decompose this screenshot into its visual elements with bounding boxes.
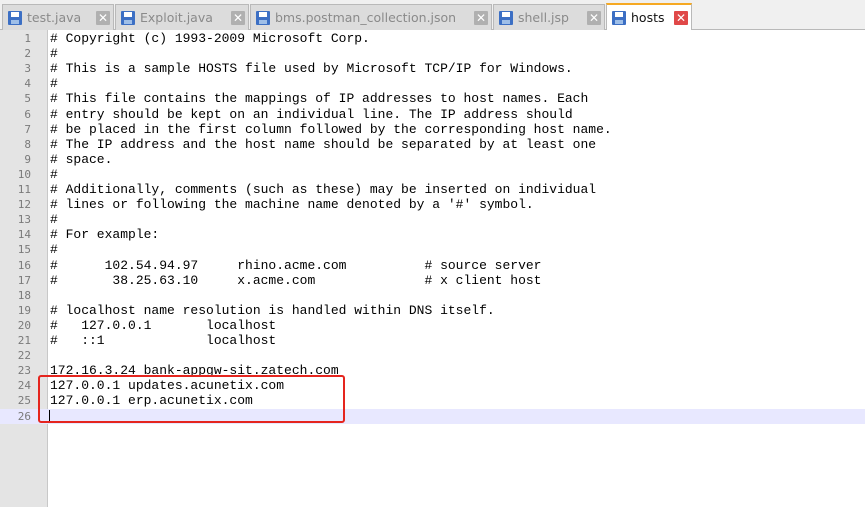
close-icon[interactable]: ✕ xyxy=(587,10,601,25)
floppy-disk-icon xyxy=(256,10,270,25)
tab-bms-postman-collection[interactable]: bms.postman_collection.json ✕ xyxy=(250,4,492,30)
tab-label: Exploit.java xyxy=(140,10,213,25)
line-number: 2 xyxy=(24,47,31,61)
floppy-disk-icon xyxy=(612,10,626,25)
line-text[interactable]: # xyxy=(50,76,58,91)
line-number: 17 xyxy=(17,273,31,287)
tab-hosts[interactable]: hosts ✕ xyxy=(606,3,692,30)
line-text[interactable]: # xyxy=(50,242,58,257)
editor[interactable]: 1 # Copyright (c) 1993-2009 Microsoft Cor… xyxy=(0,30,865,507)
line-text[interactable]: # xyxy=(50,212,58,227)
line-text[interactable]: # This file contains the mappings of IP … xyxy=(50,91,588,106)
line-number: 12 xyxy=(17,198,31,212)
line-number: 8 xyxy=(24,137,31,151)
line-text[interactable]: # entry should be kept on an individual … xyxy=(50,107,573,122)
line-number: 1 xyxy=(24,32,31,45)
line-number: 26 xyxy=(17,409,31,423)
line-text[interactable]: # space. xyxy=(50,152,112,167)
line-number: 19 xyxy=(17,303,31,317)
line-number: 6 xyxy=(24,107,31,121)
line-number: 7 xyxy=(24,122,31,136)
code-line[interactable]: 15 # xyxy=(0,242,865,257)
line-number: 15 xyxy=(17,243,31,257)
line-number: 13 xyxy=(17,213,31,227)
line-text[interactable]: # xyxy=(50,167,58,182)
code-line[interactable]: 9 # space. xyxy=(0,152,865,167)
code-line[interactable]: 8 # The IP address and the host name shou… xyxy=(0,137,865,152)
line-number: 21 xyxy=(17,334,31,347)
code-line[interactable]: 1 # Copyright (c) 1993-2009 Microsoft Cor… xyxy=(0,31,865,46)
line-text[interactable]: # localhost name resolution is handled w… xyxy=(50,303,495,318)
code-line[interactable]: 14 # For example: xyxy=(0,227,865,242)
line-number: 22 xyxy=(17,349,31,363)
code-line[interactable]: 2 # xyxy=(0,46,865,61)
tab-bar: test.java ✕ Exploit.java ✕ bms.postman_c… xyxy=(0,0,865,30)
tab-label: hosts xyxy=(631,10,665,25)
code-line[interactable]: 16 # 102.54.94.97 rhino.acme.com # source… xyxy=(0,258,865,273)
line-text[interactable]: # Additionally, comments (such as these)… xyxy=(50,182,596,197)
code-line[interactable]: 21 # ::1 localhost xyxy=(0,333,865,348)
line-number: 11 xyxy=(17,183,31,196)
code-line[interactable]: 22 xyxy=(0,348,865,363)
line-text[interactable]: # 127.0.0.1 localhost xyxy=(50,318,276,333)
line-text[interactable]: # Copyright (c) 1993-2009 Microsoft Corp… xyxy=(50,31,370,46)
code-line[interactable]: 13 # xyxy=(0,212,865,227)
code-line[interactable]: 11 # Additionally, comments (such as thes… xyxy=(0,182,865,197)
code-line[interactable]: 4 # xyxy=(0,76,865,91)
line-number: 10 xyxy=(17,167,31,181)
line-text[interactable]: # For example: xyxy=(50,227,159,242)
line-number: 9 xyxy=(24,152,31,166)
line-number: 4 xyxy=(24,77,31,91)
tab-label: bms.postman_collection.json xyxy=(275,10,457,25)
line-number: 18 xyxy=(17,288,31,302)
tab-label: shell.jsp xyxy=(518,10,569,25)
line-text[interactable]: # The IP address and the host name shoul… xyxy=(50,137,596,152)
floppy-disk-icon xyxy=(499,10,513,25)
code-line[interactable]: 10 # xyxy=(0,167,865,182)
tab-label: test.java xyxy=(27,10,82,25)
close-icon[interactable]: ✕ xyxy=(96,10,110,25)
floppy-disk-icon xyxy=(121,10,135,25)
line-number: 24 xyxy=(17,379,31,393)
floppy-disk-icon xyxy=(8,10,22,25)
line-number: 16 xyxy=(17,258,31,272)
code-line[interactable]: 6 # entry should be kept on an individual… xyxy=(0,107,865,122)
line-text[interactable]: # xyxy=(50,46,58,61)
code-line[interactable]: 20 # 127.0.0.1 localhost xyxy=(0,318,865,333)
line-text[interactable]: # 102.54.94.97 rhino.acme.com # source s… xyxy=(50,258,541,273)
close-icon[interactable]: ✕ xyxy=(674,10,688,25)
line-text[interactable]: # 38.25.63.10 x.acme.com # x client host xyxy=(50,273,541,288)
tab-test-java[interactable]: test.java ✕ xyxy=(2,4,114,30)
code-line[interactable]: 3 # This is a sample HOSTS file used by M… xyxy=(0,61,865,76)
code-line[interactable]: 7 # be placed in the first column followe… xyxy=(0,122,865,137)
code-line[interactable]: 5 # This file contains the mappings of IP… xyxy=(0,91,865,106)
line-number: 5 xyxy=(24,92,31,106)
line-number: 20 xyxy=(17,318,31,332)
close-icon[interactable]: ✕ xyxy=(474,10,488,25)
code-line[interactable]: 18 xyxy=(0,288,865,303)
line-number: 23 xyxy=(17,364,31,378)
line-text[interactable]: # ::1 localhost xyxy=(50,333,276,348)
code-line[interactable]: 19 # localhost name resolution is handled… xyxy=(0,303,865,318)
line-text[interactable]: # This is a sample HOSTS file used by Mi… xyxy=(50,61,573,76)
line-text[interactable]: # lines or following the machine name de… xyxy=(50,197,534,212)
code-line[interactable]: 17 # 38.25.63.10 x.acme.com # x client ho… xyxy=(0,273,865,288)
line-number: 14 xyxy=(17,228,31,242)
close-icon[interactable]: ✕ xyxy=(231,10,245,25)
line-text[interactable]: # be placed in the first column followed… xyxy=(50,122,612,137)
line-number: 3 xyxy=(24,62,31,76)
line-number: 25 xyxy=(17,394,31,408)
highlight-box xyxy=(38,375,345,423)
tab-exploit-java[interactable]: Exploit.java ✕ xyxy=(115,4,249,30)
code-line[interactable]: 12 # lines or following the machine name … xyxy=(0,197,865,212)
tab-shell-jsp[interactable]: shell.jsp ✕ xyxy=(493,4,605,30)
